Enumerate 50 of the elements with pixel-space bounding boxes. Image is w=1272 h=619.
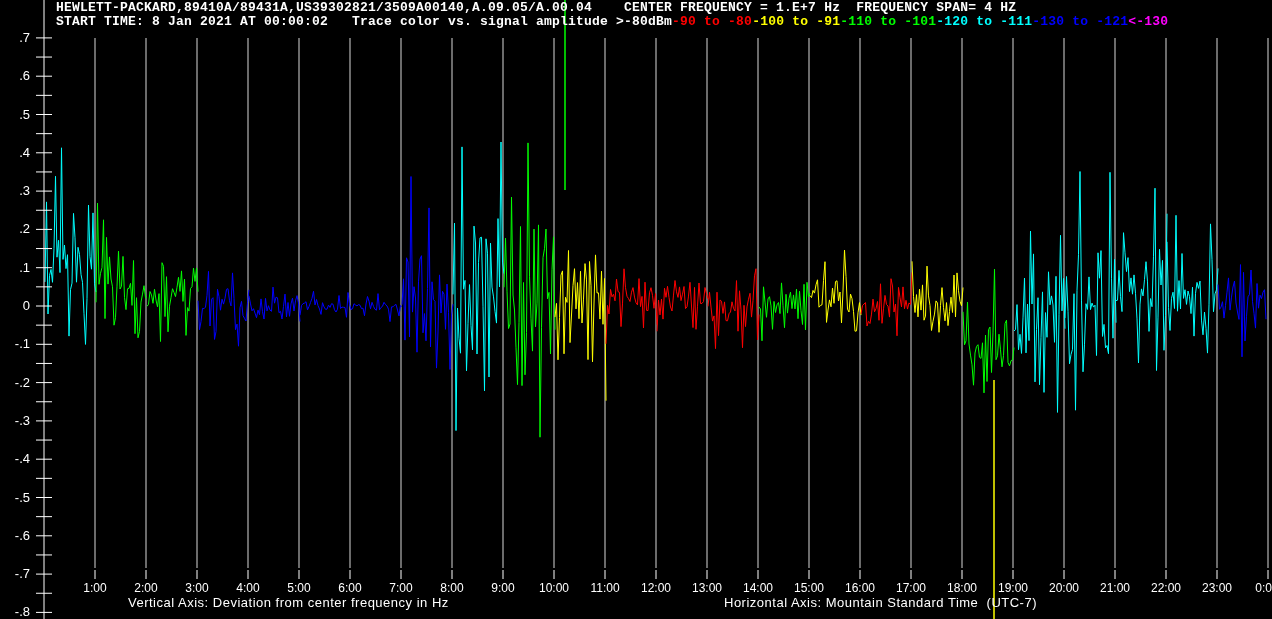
y-tick-label: .1: [18, 260, 30, 274]
y-tick-label: .2: [18, 222, 30, 236]
x-tick-label: 17:00: [896, 582, 926, 595]
x-tick-label: 1:00: [83, 582, 107, 595]
legend-entry: -90 to -80: [672, 14, 753, 29]
x-tick-label: 14:00: [743, 582, 773, 595]
x-tick-label: 11:00: [590, 582, 620, 595]
x-tick-label: 21:00: [1100, 582, 1130, 595]
y-tick-label: -.1: [13, 337, 30, 351]
x-tick-label: 0:0: [1255, 582, 1272, 595]
y-tick-label: -.7: [13, 567, 30, 581]
legend-entry: -100 to -91: [752, 14, 841, 29]
x-tick-label: 20:00: [1049, 582, 1079, 595]
x-tick-label: 22:00: [1151, 582, 1181, 595]
y-tick-label: .7: [18, 30, 30, 44]
x-tick-label: 10:00: [539, 582, 569, 595]
x-tick-label: 9:00: [491, 582, 515, 595]
legend-entry: <-130: [1128, 14, 1169, 29]
x-tick-label: 12:00: [641, 582, 671, 595]
legend-entry: -130 to -121: [1032, 14, 1129, 29]
y-tick-label: .5: [18, 107, 30, 121]
y-tick-label: -.4: [13, 452, 30, 466]
y-tick-label: -.3: [13, 413, 30, 427]
y-tick-label: -.6: [13, 528, 30, 542]
x-tick-label: 15:00: [794, 582, 824, 595]
x-tick-label: 4:00: [236, 582, 260, 595]
legend-entry: -120 to -111: [936, 14, 1033, 29]
center-frequency: CENTER FREQUENCY = 1.E+7 Hz: [624, 0, 841, 15]
x-tick-label: 8:00: [440, 582, 464, 595]
y-tick-label: -.8: [13, 605, 30, 619]
x-tick-label: 16:00: [845, 582, 875, 595]
x-tick-label: 23:00: [1202, 582, 1232, 595]
y-tick-label: .4: [18, 145, 30, 159]
y-tick-label: .3: [18, 184, 30, 198]
x-tick-label: 7:00: [389, 582, 413, 595]
x-tick-label: 19:00: [998, 582, 1028, 595]
legend-entry: -110 to -101: [840, 14, 937, 29]
x-tick-label: 6:00: [338, 582, 362, 595]
y-tick-label: -.5: [13, 490, 30, 504]
y-tick-label: -.2: [13, 375, 30, 389]
frequency-span: FREQUENCY SPAN= 4 HZ: [856, 0, 1017, 15]
vertical-axis-label: Vertical Axis: Deviation from center frequency in Hz: [128, 596, 449, 610]
x-tick-label: 2:00: [134, 582, 158, 595]
y-tick-label: 0: [21, 299, 30, 312]
x-tick-label: 18:00: [947, 582, 977, 595]
y-tick-label: .6: [18, 69, 30, 83]
x-tick-label: 3:00: [185, 582, 209, 595]
x-tick-label: 5:00: [287, 582, 311, 595]
x-tick-label: 13:00: [692, 582, 722, 595]
start-time: START TIME: 8 Jan 2021 AT 00:00:02: [56, 14, 329, 29]
